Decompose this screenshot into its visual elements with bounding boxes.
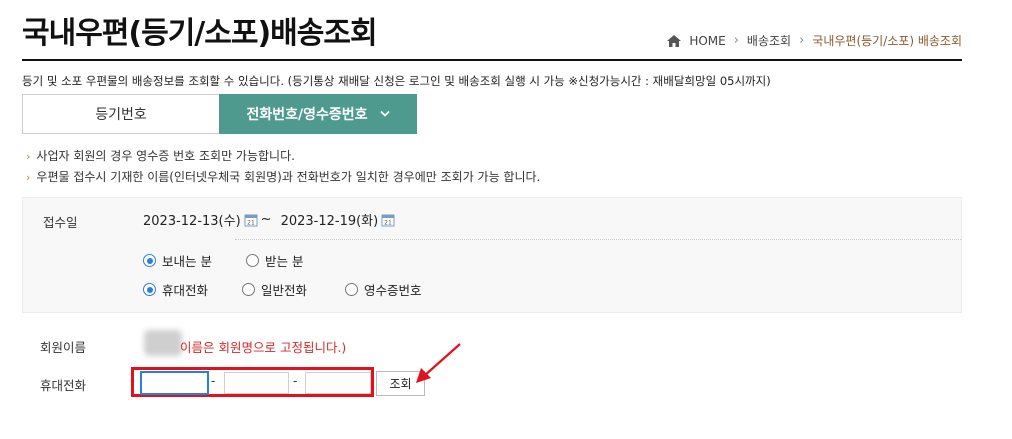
- home-icon[interactable]: [667, 34, 682, 47]
- phone-label: 휴대전화: [40, 378, 87, 393]
- radio-receipt[interactable]: 영수증번호: [345, 280, 422, 299]
- radio-landline[interactable]: 일반전화: [242, 280, 307, 299]
- blurred-member-name: [144, 330, 182, 356]
- calendar-icon[interactable]: 21: [381, 213, 395, 227]
- svg-text:21: 21: [247, 219, 255, 226]
- date-from[interactable]: 2023-12-13(수): [143, 210, 241, 229]
- search-tabs: 등기번호 전화번호/영수증번호: [22, 94, 417, 134]
- radio-unchecked-icon[interactable]: [242, 283, 256, 296]
- member-name-note: 이름은 회원명으로 고정됩니다.): [180, 340, 347, 355]
- breadcrumb-current[interactable]: 국내우편(등기/소포) 배송조회: [812, 32, 962, 49]
- tab-phone-receipt[interactable]: 전화번호/영수증번호: [219, 94, 417, 134]
- title-divider: [22, 59, 962, 61]
- date-range: 2023-12-13(수) 21 ~ 2023-12-19(화) 21: [143, 210, 395, 229]
- bullet-icon: ›: [26, 171, 31, 184]
- member-name-label: 회원이름: [40, 340, 87, 355]
- phone-part2-input[interactable]: [224, 372, 289, 394]
- tab-label: 등기번호: [95, 107, 147, 123]
- arrow-annotation-icon: [416, 343, 461, 383]
- breadcrumb-separator-icon: ›: [733, 33, 739, 48]
- phone-part3-input[interactable]: [305, 372, 371, 394]
- search-options-panel: 접수일 2023-12-13(수) 21 ~ 2023-12-19(화) 21 …: [22, 197, 962, 313]
- tab-label: 전화번호/영수증번호: [246, 107, 368, 123]
- calendar-icon[interactable]: 21: [244, 213, 258, 227]
- radio-sender[interactable]: 보내는 분: [143, 251, 212, 270]
- phone-type-radio-group: 휴대전화 일반전화 영수증번호: [143, 280, 422, 299]
- radio-unchecked-icon[interactable]: [245, 254, 259, 267]
- party-radio-group: 보내는 분 받는 분: [143, 251, 303, 270]
- phone-separator: -: [211, 374, 216, 388]
- bullet-icon: ›: [26, 150, 31, 163]
- notice-item: › 우편물 접수시 기재한 이름(인터넷우체국 회원명)과 전화번호가 일치한 경…: [26, 170, 541, 184]
- radio-checked-icon[interactable]: [143, 283, 156, 296]
- chevron-down-icon: [379, 110, 390, 117]
- breadcrumb: HOME › 배송조회 › 국내우편(등기/소포) 배송조회: [667, 32, 962, 49]
- breadcrumb-separator-icon: ›: [799, 33, 805, 48]
- radio-receiver[interactable]: 받는 분: [245, 251, 303, 270]
- radio-checked-icon[interactable]: [143, 254, 156, 267]
- date-label: 접수일: [43, 215, 78, 230]
- phone-separator: -: [293, 374, 298, 388]
- page-title: 국내우편(등기/소포)배송조회: [22, 16, 378, 51]
- breadcrumb-delivery[interactable]: 배송조회: [747, 32, 791, 49]
- notice-item: › 사업자 회원의 경우 영수증 번호 조회만 가능합니다.: [26, 149, 295, 163]
- breadcrumb-home[interactable]: HOME: [689, 34, 725, 48]
- notice-list: › 사업자 회원의 경우 영수증 번호 조회만 가능합니다. › 우편물 접수시 기…: [26, 146, 540, 188]
- date-separator: ~: [260, 212, 272, 227]
- date-to[interactable]: 2023-12-19(화): [281, 210, 379, 229]
- intro-text: 등기 및 소포 우편물의 배송정보를 조회할 수 있습니다. (등기통상 재배달…: [22, 74, 771, 88]
- radio-unchecked-icon[interactable]: [345, 283, 359, 296]
- dotted-divider: [235, 239, 961, 240]
- tab-registered-number[interactable]: 등기번호: [22, 94, 219, 134]
- svg-text:21: 21: [384, 219, 392, 226]
- phone-part1-input[interactable]: [140, 371, 209, 395]
- radio-mobile[interactable]: 휴대전화: [143, 280, 208, 299]
